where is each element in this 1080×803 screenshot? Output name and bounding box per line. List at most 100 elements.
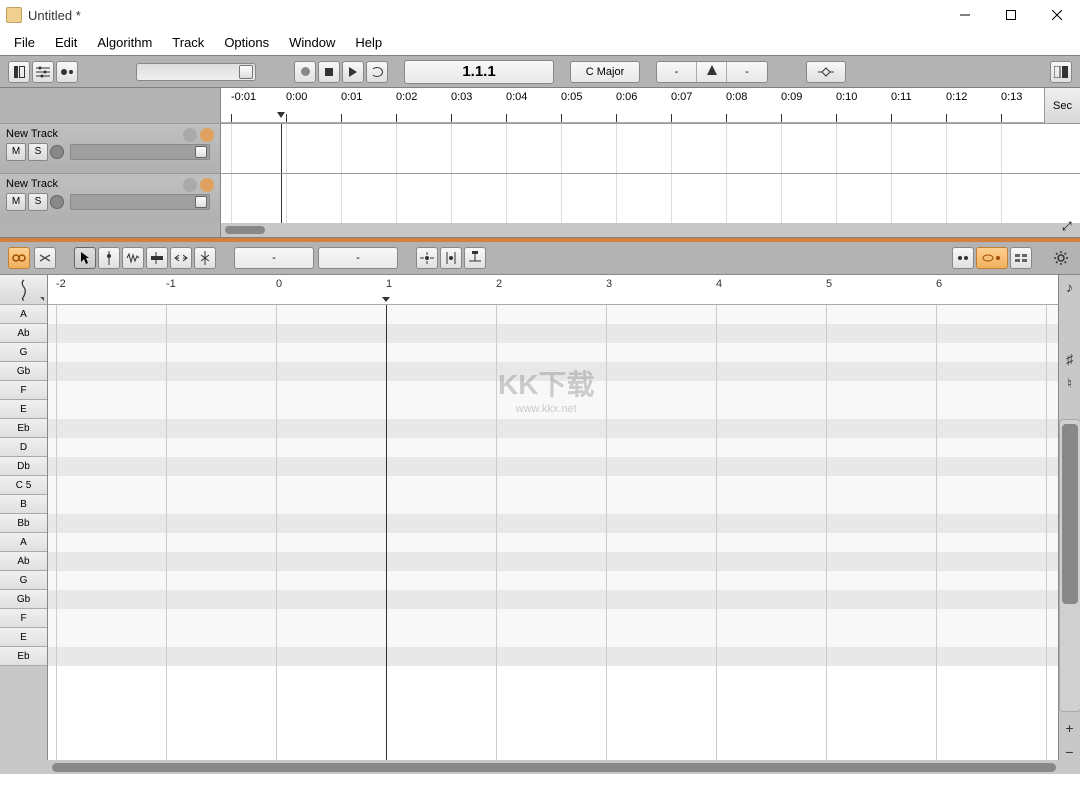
tool-quantize-3[interactable] <box>464 247 486 269</box>
menu-options[interactable]: Options <box>214 32 279 53</box>
clef-selector[interactable] <box>0 275 47 305</box>
track-volume-slider[interactable] <box>70 144 210 160</box>
piano-roll: AAbGGbFEEbDDbC 5BBbAAbGGbFEEb -2-1012345… <box>0 275 1080 760</box>
menu-edit[interactable]: Edit <box>45 32 87 53</box>
note-key[interactable]: E <box>0 628 47 647</box>
view-notes-button[interactable] <box>952 247 974 269</box>
record-button[interactable] <box>294 61 316 83</box>
note-key[interactable]: Eb <box>0 647 47 666</box>
note-key[interactable]: F <box>0 609 47 628</box>
play-button[interactable] <box>342 61 364 83</box>
tool-unlink[interactable] <box>34 247 56 269</box>
track-color-icon[interactable] <box>200 178 214 192</box>
position-display[interactable]: 1.1.1 <box>404 60 554 84</box>
note-key[interactable]: E <box>0 400 47 419</box>
note-key[interactable]: Ab <box>0 324 47 343</box>
tool-quantize-2[interactable] <box>440 247 462 269</box>
timeline-ruler[interactable]: -0:010:000:010:020:030:040:050:060:070:0… <box>220 88 1044 123</box>
note-key[interactable]: A <box>0 533 47 552</box>
beat-ruler[interactable]: -2-10123456 <box>48 275 1058 305</box>
view-grid-button[interactable] <box>1010 247 1032 269</box>
track-header[interactable]: New Track M S <box>0 174 220 223</box>
note-key[interactable]: Bb <box>0 514 47 533</box>
mute-button[interactable]: M <box>6 143 26 161</box>
tool-link[interactable] <box>8 247 30 269</box>
resize-handle-icon[interactable]: ⤢ <box>1062 219 1078 235</box>
note-key[interactable]: Db <box>0 457 47 476</box>
tool-pointer[interactable] <box>74 247 96 269</box>
note-key[interactable]: C 5 <box>0 476 47 495</box>
track-content[interactable] <box>220 174 1080 223</box>
note-key[interactable]: Gb <box>0 362 47 381</box>
menu-algorithm[interactable]: Algorithm <box>87 32 162 53</box>
tool-quantize-1[interactable] <box>416 247 438 269</box>
vscroll-thumb[interactable] <box>1062 424 1078 604</box>
note-key[interactable]: A <box>0 305 47 324</box>
editor-dropdown-2[interactable]: - <box>318 247 398 269</box>
note-key[interactable]: F <box>0 381 47 400</box>
note-key[interactable]: G <box>0 343 47 362</box>
key-display[interactable]: C Major <box>570 61 640 83</box>
stop-button[interactable] <box>318 61 340 83</box>
tool-amplitude[interactable] <box>122 247 144 269</box>
solo-button[interactable]: S <box>28 193 48 211</box>
track-hscroll-thumb[interactable] <box>225 226 265 234</box>
zoom-out-icon[interactable]: − <box>1062 744 1078 760</box>
tool-split[interactable] <box>194 247 216 269</box>
tool-formant[interactable] <box>146 247 168 269</box>
vscrollbar[interactable] <box>1059 419 1080 712</box>
scale-right[interactable]: - <box>727 62 767 82</box>
note-key[interactable]: Eb <box>0 419 47 438</box>
view-button-3[interactable] <box>56 61 78 83</box>
scale-control[interactable]: - - <box>656 61 768 83</box>
note-key[interactable]: G <box>0 571 47 590</box>
track-arm-button[interactable] <box>50 145 64 159</box>
zoom-in-icon[interactable]: + <box>1062 720 1078 736</box>
solo-button[interactable]: S <box>28 143 48 161</box>
track-volume-thumb[interactable] <box>195 196 207 208</box>
loop-button[interactable] <box>366 61 388 83</box>
view-button-1[interactable] <box>8 61 30 83</box>
time-unit-button[interactable]: Sec <box>1044 88 1080 123</box>
note-key[interactable]: B <box>0 495 47 514</box>
track-volume-slider[interactable] <box>70 194 210 210</box>
note-key[interactable]: D <box>0 438 47 457</box>
track-color-icon[interactable] <box>200 128 214 142</box>
natural-icon[interactable]: ♮ <box>1062 375 1078 391</box>
menu-window[interactable]: Window <box>279 32 345 53</box>
zoom-slider[interactable] <box>136 63 256 81</box>
view-blobs-button[interactable] <box>976 247 1008 269</box>
note-key[interactable]: Gb <box>0 590 47 609</box>
scale-left[interactable]: - <box>657 62 697 82</box>
minimize-button[interactable] <box>942 0 988 30</box>
track-link-icon[interactable] <box>183 128 197 142</box>
tool-pitch[interactable] <box>98 247 120 269</box>
mute-button[interactable]: M <box>6 193 26 211</box>
track-content[interactable] <box>220 124 1080 173</box>
settings-button[interactable] <box>1050 247 1072 269</box>
zoom-slider-thumb[interactable] <box>239 65 253 79</box>
metronome-icon[interactable] <box>697 62 727 82</box>
sharp-icon[interactable]: ♯ <box>1062 351 1078 367</box>
menu-track[interactable]: Track <box>162 32 214 53</box>
track-hscrollbar[interactable]: ⤢ <box>220 223 1080 237</box>
editor-dropdown-1[interactable]: - <box>234 247 314 269</box>
note-duration-icon[interactable]: ♪ <box>1062 279 1078 295</box>
time-label: 0:11 <box>891 91 912 103</box>
split-view-button[interactable] <box>1050 61 1072 83</box>
menu-file[interactable]: File <box>4 32 45 53</box>
track-arm-button[interactable] <box>50 195 64 209</box>
maximize-button[interactable] <box>988 0 1034 30</box>
track-link-icon[interactable] <box>183 178 197 192</box>
snap-button[interactable] <box>806 61 846 83</box>
editor-hscroll-thumb[interactable] <box>52 763 1056 772</box>
track-header[interactable]: New Track M S <box>0 124 220 173</box>
close-button[interactable] <box>1034 0 1080 30</box>
piano-grid[interactable]: -2-10123456 KK下载 www.kkx.net <box>48 275 1058 760</box>
menu-help[interactable]: Help <box>345 32 392 53</box>
note-key[interactable]: Ab <box>0 552 47 571</box>
view-button-2[interactable] <box>32 61 54 83</box>
track-volume-thumb[interactable] <box>195 146 207 158</box>
tool-timing[interactable] <box>170 247 192 269</box>
editor-hscrollbar[interactable] <box>0 760 1080 774</box>
